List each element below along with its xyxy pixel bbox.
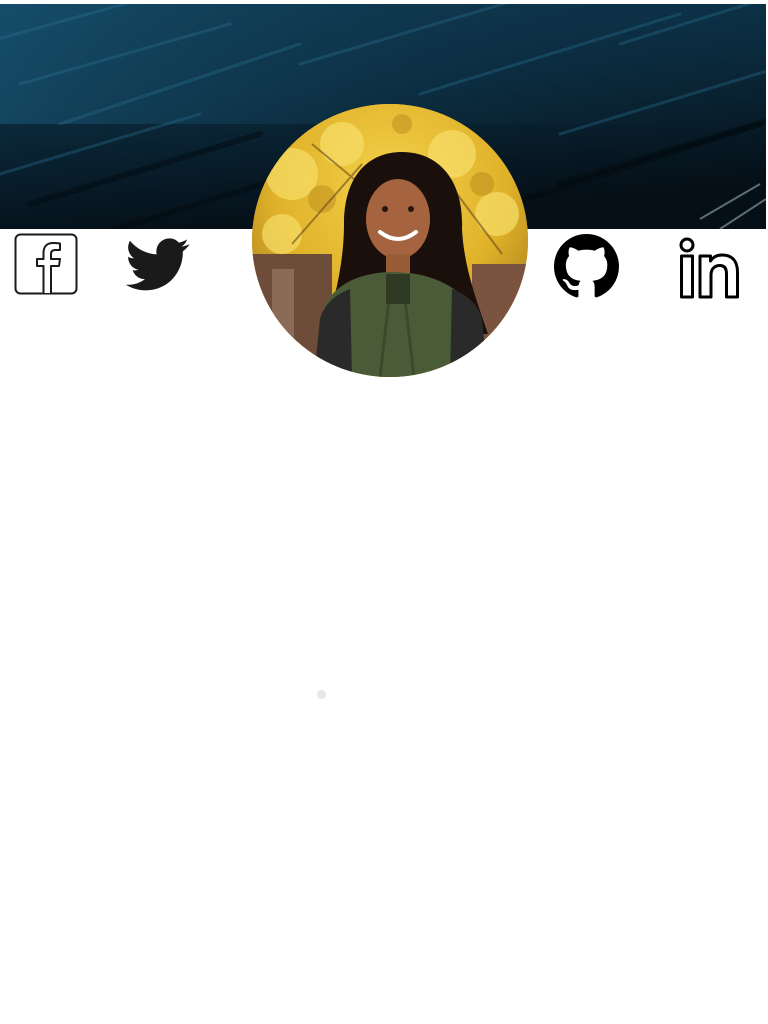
- linkedin-link[interactable]: [678, 236, 742, 300]
- github-link[interactable]: [554, 234, 619, 299]
- loading-indicator: [317, 690, 326, 699]
- profile-page: [0, 0, 768, 1024]
- github-icon: [554, 234, 619, 298]
- facebook-icon: [14, 233, 78, 295]
- profile-avatar[interactable]: [252, 104, 528, 377]
- twitter-link[interactable]: [125, 236, 190, 294]
- profile-photo-icon: [252, 104, 528, 377]
- twitter-icon: [125, 238, 190, 291]
- linkedin-icon: [679, 237, 739, 299]
- facebook-link[interactable]: [14, 233, 78, 295]
